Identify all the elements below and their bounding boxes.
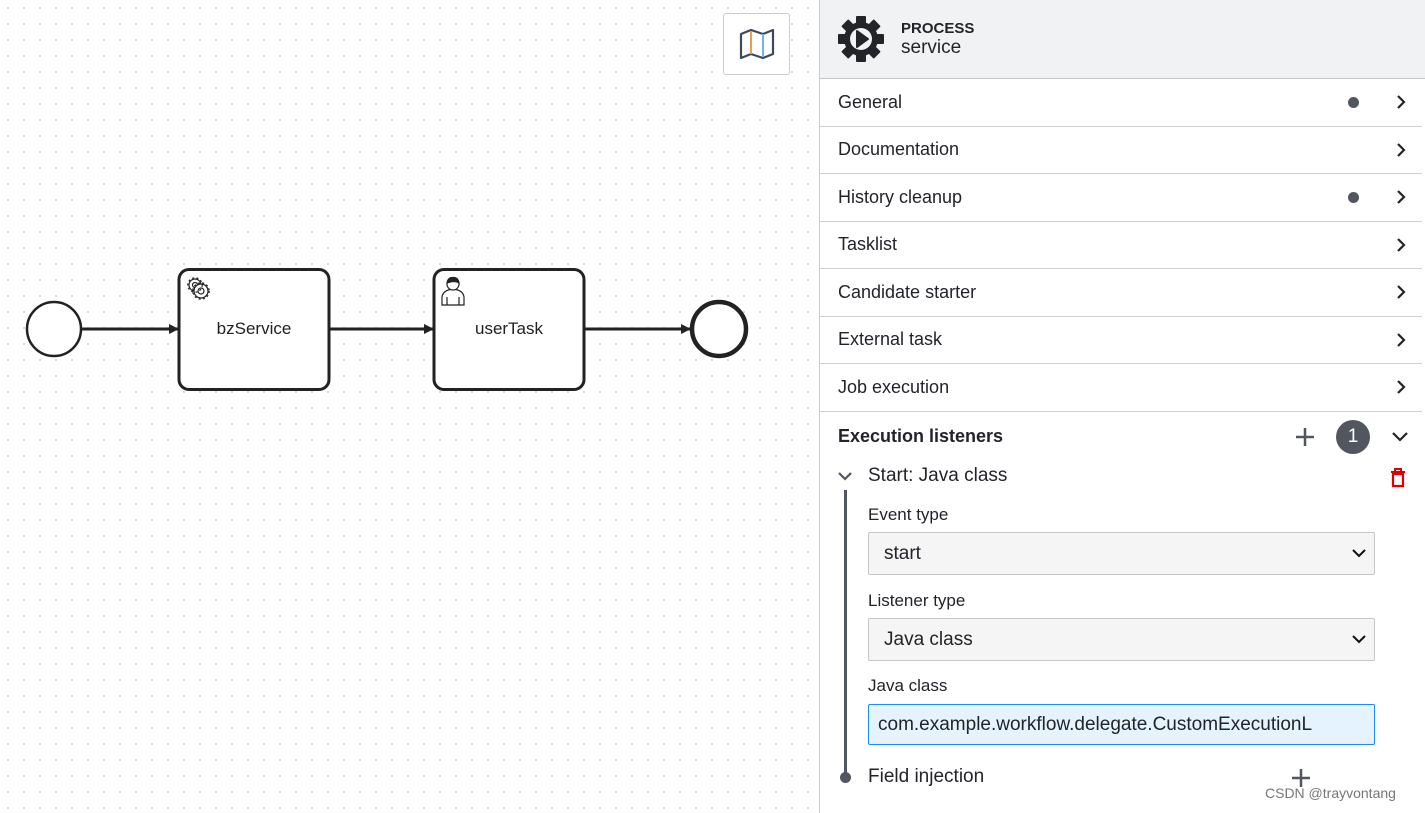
group-label: Tasklist — [838, 234, 898, 255]
listener-type-value: Java class — [884, 628, 973, 650]
bpmn-canvas[interactable]: bzService userTask — [0, 0, 819, 813]
event-type-select[interactable]: start — [868, 532, 1375, 575]
start-event[interactable] — [25, 300, 83, 358]
bpmn-diagram — [25, 268, 749, 391]
java-class-input[interactable]: com.example.workflow.delegate.CustomExec… — [868, 704, 1375, 745]
listener-type-label: Listener type — [868, 591, 966, 610]
chevron-right-icon — [1397, 190, 1406, 205]
group-candidate-starter[interactable]: Candidate starter — [820, 269, 1422, 317]
listener-item: Start: Java class Event type start Liste… — [820, 460, 1425, 813]
chevron-right-icon — [1397, 332, 1406, 347]
group-label: Candidate starter — [838, 281, 977, 302]
group-execution-listeners[interactable]: Execution listeners 1 — [820, 412, 1425, 462]
group-label: Documentation — [838, 139, 960, 160]
chevron-right-icon — [1397, 95, 1406, 110]
data-indicator-dot — [1348, 191, 1359, 203]
field-injection-label[interactable]: Field injection — [868, 766, 984, 788]
group-label: Execution listeners — [838, 426, 1004, 446]
properties-panel: PROCESS service General Documentation Hist… — [819, 0, 1425, 813]
header-element-type: PROCESS — [901, 19, 975, 37]
tree-node-dot — [840, 772, 851, 783]
header-element-name: service — [901, 36, 962, 58]
watermark: CSDN @trayvontang — [1265, 785, 1396, 801]
data-indicator-dot — [1348, 96, 1359, 108]
chevron-down-icon — [1352, 549, 1366, 558]
end-event[interactable] — [689, 299, 749, 359]
user-task-label: userTask — [474, 319, 544, 338]
add-listener-button[interactable] — [1295, 427, 1315, 447]
group-label: History cleanup — [838, 186, 963, 207]
listener-count-badge: 1 — [1336, 419, 1370, 454]
listener-title[interactable]: Start: Java class — [868, 465, 1007, 487]
listener-type-select[interactable]: Java class — [868, 618, 1375, 661]
group-label: External task — [838, 329, 943, 350]
service-task-label: bzService — [216, 319, 292, 338]
group-general[interactable]: General — [820, 79, 1422, 127]
process-gear-play-icon — [838, 16, 884, 62]
trash-icon[interactable] — [1390, 468, 1406, 488]
group-label: General — [838, 91, 903, 112]
chevron-right-icon — [1397, 285, 1406, 300]
group-history-cleanup[interactable]: History cleanup — [820, 174, 1422, 222]
java-class-label: Java class — [868, 676, 948, 695]
chevron-right-icon — [1397, 142, 1406, 157]
event-type-value: start — [884, 542, 921, 564]
group-tasklist[interactable]: Tasklist — [820, 222, 1422, 269]
event-type-label: Event type — [868, 505, 949, 524]
listener-tree-line — [844, 490, 847, 776]
group-label: Job execution — [838, 376, 950, 397]
chevron-right-icon — [1397, 237, 1406, 252]
chevron-right-icon — [1397, 380, 1406, 395]
panel-header: PROCESS service — [820, 0, 1425, 79]
group-external-task[interactable]: External task — [820, 317, 1422, 364]
chevron-down-icon — [1352, 635, 1366, 644]
minimap-toggle-button[interactable] — [723, 13, 790, 75]
map-icon — [739, 29, 774, 59]
chevron-down-icon[interactable] — [837, 471, 853, 482]
group-job-execution[interactable]: Job execution — [820, 364, 1422, 412]
chevron-down-icon[interactable] — [1391, 431, 1409, 443]
group-documentation[interactable]: Documentation — [820, 127, 1422, 174]
